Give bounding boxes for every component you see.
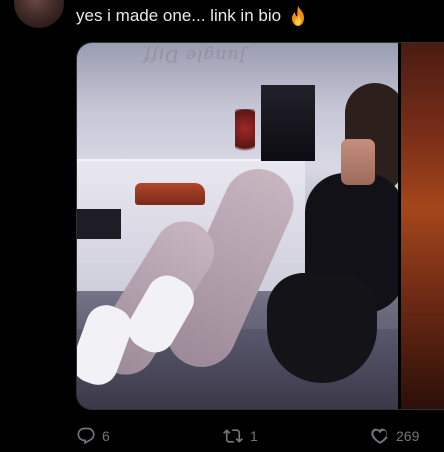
tweet-text: yes i made one... link in bio (76, 6, 282, 25)
fire-icon (287, 5, 309, 27)
repost-count: 1 (250, 428, 258, 444)
media-carousel[interactable]: Jungle Diff (76, 42, 444, 410)
media-photo-1[interactable]: Jungle Diff (77, 43, 398, 409)
tweet-post: yes i made one... link in bio Jungle Dif… (0, 0, 444, 452)
media-photo-2[interactable] (401, 43, 444, 409)
photo-shelf-box (77, 209, 121, 239)
like-button[interactable]: 269 (370, 424, 419, 448)
tweet-text-container: yes i made one... link in bio (76, 4, 309, 28)
photo-toy-car (135, 183, 205, 205)
reply-icon (76, 426, 96, 446)
heart-icon (370, 426, 390, 446)
reply-count: 6 (102, 428, 110, 444)
tweet-actions: 6 1 269 (76, 424, 444, 448)
like-count: 269 (396, 428, 420, 444)
photo-plant (235, 109, 255, 159)
author-avatar[interactable] (14, 0, 64, 28)
reply-button[interactable]: 6 (76, 424, 110, 448)
repost-button[interactable]: 1 (222, 424, 258, 448)
repost-icon (222, 426, 244, 446)
photo-person-shorts (267, 273, 377, 383)
wall-decal-text: Jungle Diff (143, 45, 247, 65)
photo-gift-box (261, 85, 315, 161)
photo-phone (341, 139, 375, 185)
